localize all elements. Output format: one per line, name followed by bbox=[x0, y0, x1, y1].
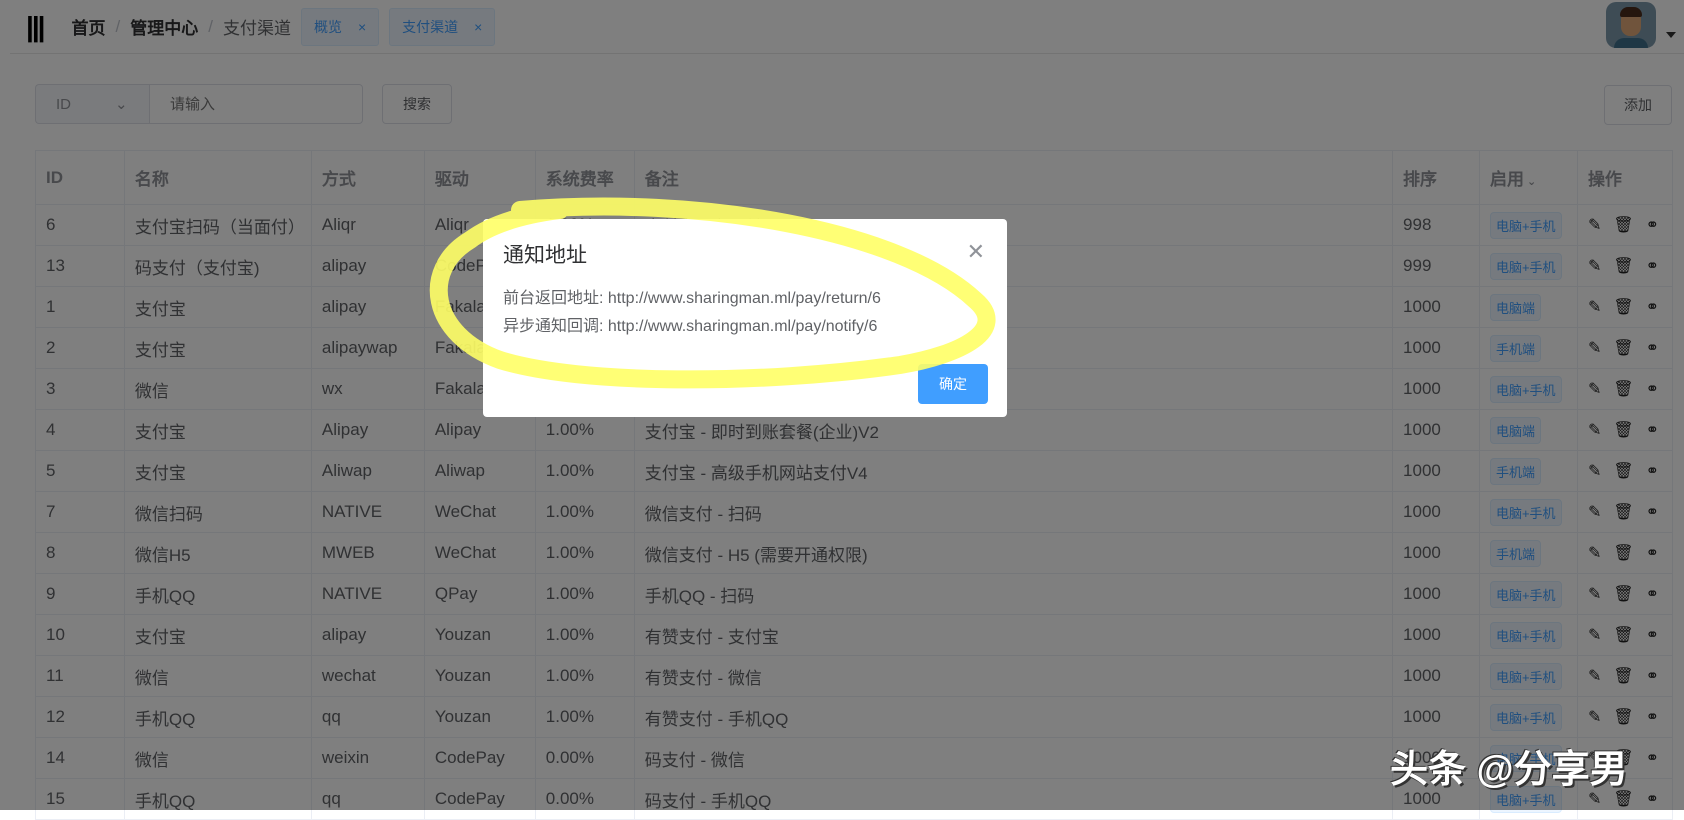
confirm-button[interactable]: 确定 bbox=[918, 364, 988, 404]
notify-url-dialog: 通知地址 ✕ 前台返回地址: http://www.sharingman.ml/… bbox=[483, 219, 1007, 417]
return-url: 前台返回地址: http://www.sharingman.ml/pay/ret… bbox=[503, 290, 881, 307]
notify-url: 异步通知回调: http://www.sharingman.ml/pay/not… bbox=[503, 318, 878, 335]
close-icon[interactable]: ✕ bbox=[967, 239, 985, 265]
watermark: 头条 @分享男 bbox=[1390, 749, 1628, 791]
dialog-title: 通知地址 bbox=[503, 244, 587, 267]
